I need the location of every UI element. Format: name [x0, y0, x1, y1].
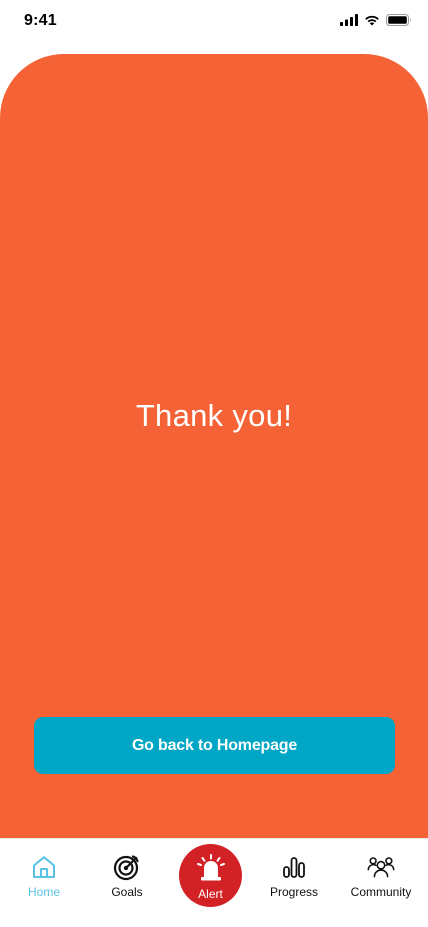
alert-button[interactable]: Alert [179, 844, 242, 907]
thank-you-heading: Thank you! [135, 398, 293, 433]
status-icons [340, 14, 412, 26]
tab-home-label: Home [27, 885, 60, 899]
home-icon [30, 853, 58, 881]
siren-icon [197, 854, 225, 881]
wifi-icon [365, 15, 379, 26]
people-icon [367, 853, 395, 881]
bar-chart-icon [280, 853, 308, 881]
tab-goals-label: Goals [111, 885, 143, 899]
tab-goals[interactable]: Goals [97, 839, 157, 927]
cellular-signal-icon [340, 14, 358, 26]
tab-community-label: Community [350, 885, 412, 899]
tab-community[interactable]: Community [346, 839, 416, 927]
target-icon [113, 853, 141, 881]
tab-progress[interactable]: Progress [264, 839, 324, 927]
status-bar: 9:41 [0, 0, 428, 44]
battery-icon [386, 14, 411, 26]
go-back-homepage-button[interactable]: Go back to Homepage [34, 717, 395, 774]
tab-home[interactable]: Home [14, 839, 74, 927]
alert-label: Alert [198, 887, 223, 901]
tab-progress-label: Progress [269, 885, 319, 899]
status-time: 9:41 [24, 12, 57, 29]
bottom-tab-bar: Home Goals Alert Progress Community [0, 838, 428, 927]
